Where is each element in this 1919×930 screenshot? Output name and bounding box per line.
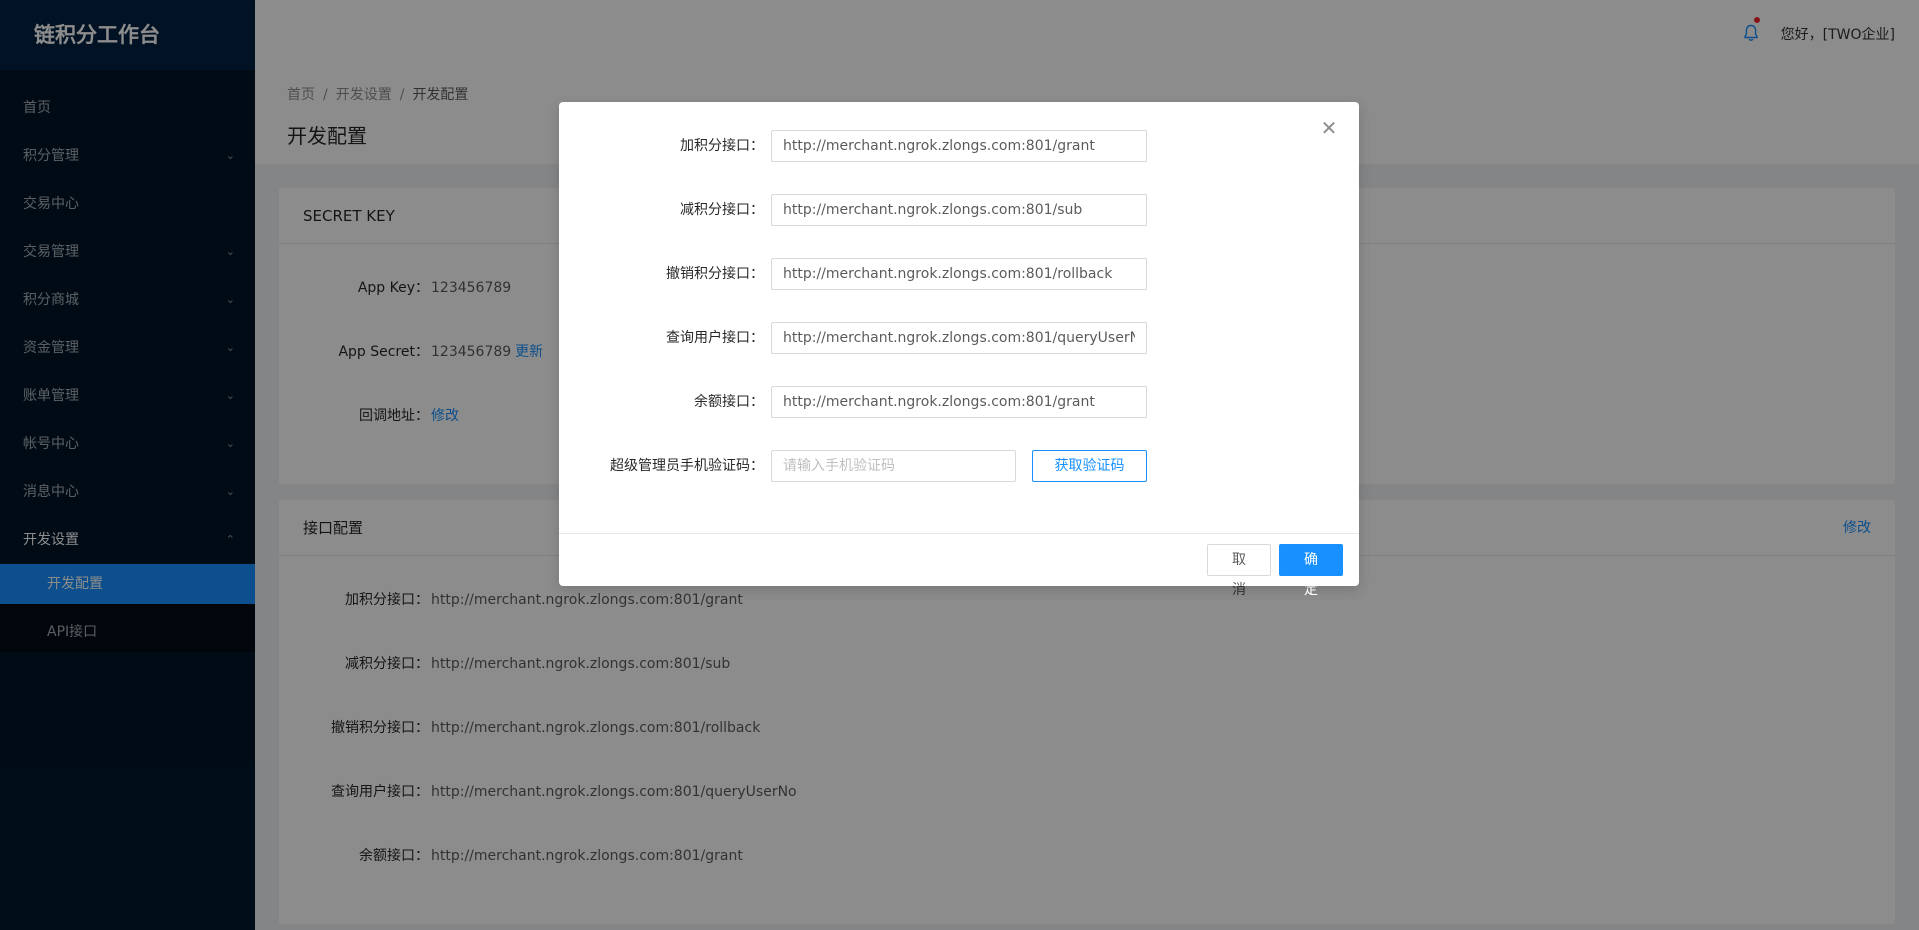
form-row-sub: 减积分接口：: [559, 194, 1359, 226]
sub-url-input[interactable]: [771, 194, 1147, 226]
grant-url-input[interactable]: [771, 130, 1147, 162]
edit-api-config-modal: ✕ 加积分接口： 减积分接口： 撤销积分接口： 查询用户接口： 余额接口： 超级…: [559, 102, 1359, 598]
confirm-button[interactable]: 确 定: [1279, 544, 1343, 598]
verify-code-input[interactable]: [771, 450, 1016, 482]
form-row-verify-code: 超级管理员手机验证码： 获取验证码: [559, 450, 1359, 482]
form-row-rollback: 撤销积分接口：: [559, 258, 1359, 290]
query-user-url-input[interactable]: [771, 322, 1147, 354]
modal-footer: 取 消 确 定: [559, 533, 1359, 598]
field-label: 减积分接口：: [680, 202, 764, 218]
cancel-button[interactable]: 取 消: [1207, 544, 1271, 598]
field-label: 查询用户接口：: [666, 330, 764, 346]
field-label: 超级管理员手机验证码：: [610, 458, 764, 474]
rollback-url-input[interactable]: [771, 258, 1147, 290]
field-label: 加积分接口：: [680, 138, 764, 154]
form-row-grant: 加积分接口：: [559, 130, 1359, 162]
field-label: 余额接口：: [694, 394, 764, 410]
balance-url-input[interactable]: [771, 386, 1147, 418]
form-row-balance: 余额接口：: [559, 386, 1359, 418]
get-code-button[interactable]: 获取验证码: [1032, 450, 1147, 482]
field-label: 撤销积分接口：: [666, 266, 764, 282]
form-row-query-user: 查询用户接口：: [559, 322, 1359, 354]
